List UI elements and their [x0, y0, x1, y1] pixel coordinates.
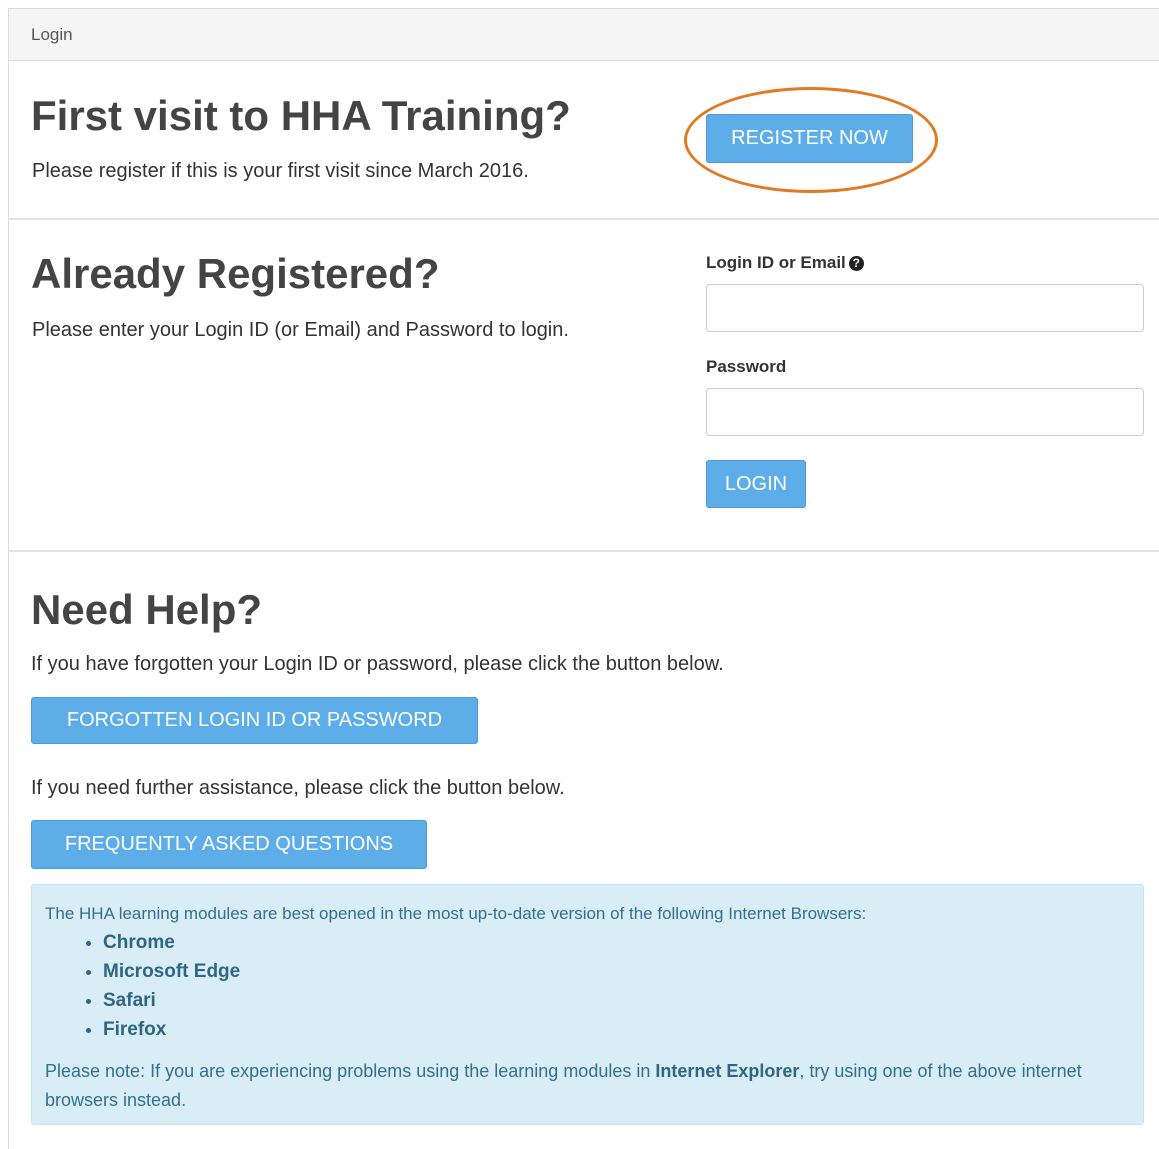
browser-item-edge: Microsoft Edge: [103, 957, 240, 986]
highlight-circle: [684, 87, 938, 193]
panel-title: Login: [31, 25, 73, 44]
browser-list: Chrome Microsoft Edge Safari Firefox: [45, 928, 240, 1044]
assist-text: If you need further assistance, please c…: [31, 777, 565, 799]
browser-item-safari: Safari: [103, 986, 240, 1015]
password-input[interactable]: [706, 388, 1144, 436]
question-circle-icon[interactable]: ?: [848, 256, 864, 271]
note-prefix: Please note: If you are experiencing pro…: [45, 1061, 656, 1081]
browser-notice-note: Please note: If you are experiencing pro…: [45, 1057, 1125, 1115]
login-heading: Already Registered?: [31, 250, 440, 297]
browser-item-firefox: Firefox: [103, 1015, 240, 1044]
note-internet-explorer: Internet Explorer: [655, 1061, 800, 1081]
login-id-input[interactable]: [706, 284, 1144, 332]
login-id-label: Login ID or Email?: [706, 253, 864, 273]
browser-item-chrome: Chrome: [103, 928, 240, 957]
register-heading: First visit to HHA Training?: [31, 92, 571, 139]
help-heading: Need Help?: [31, 586, 263, 633]
login-description: Please enter your Login ID (or Email) an…: [32, 319, 569, 341]
section-divider: [8, 550, 1159, 552]
faq-button[interactable]: FREQUENTLY ASKED QUESTIONS: [31, 820, 427, 869]
browser-notice: The HHA learning modules are best opened…: [31, 884, 1144, 1125]
forgot-text: If you have forgotten your Login ID or p…: [31, 653, 724, 675]
section-divider: [8, 218, 1159, 220]
login-id-label-text: Login ID or Email: [706, 253, 846, 272]
login-button[interactable]: LOGIN: [706, 460, 806, 508]
panel-heading: Login: [9, 9, 1159, 61]
password-label: Password: [706, 357, 787, 376]
forgotten-login-button[interactable]: FORGOTTEN LOGIN ID OR PASSWORD: [31, 697, 478, 744]
register-description: Please register if this is your first vi…: [32, 160, 529, 182]
browser-notice-intro: The HHA learning modules are best opened…: [45, 904, 867, 923]
